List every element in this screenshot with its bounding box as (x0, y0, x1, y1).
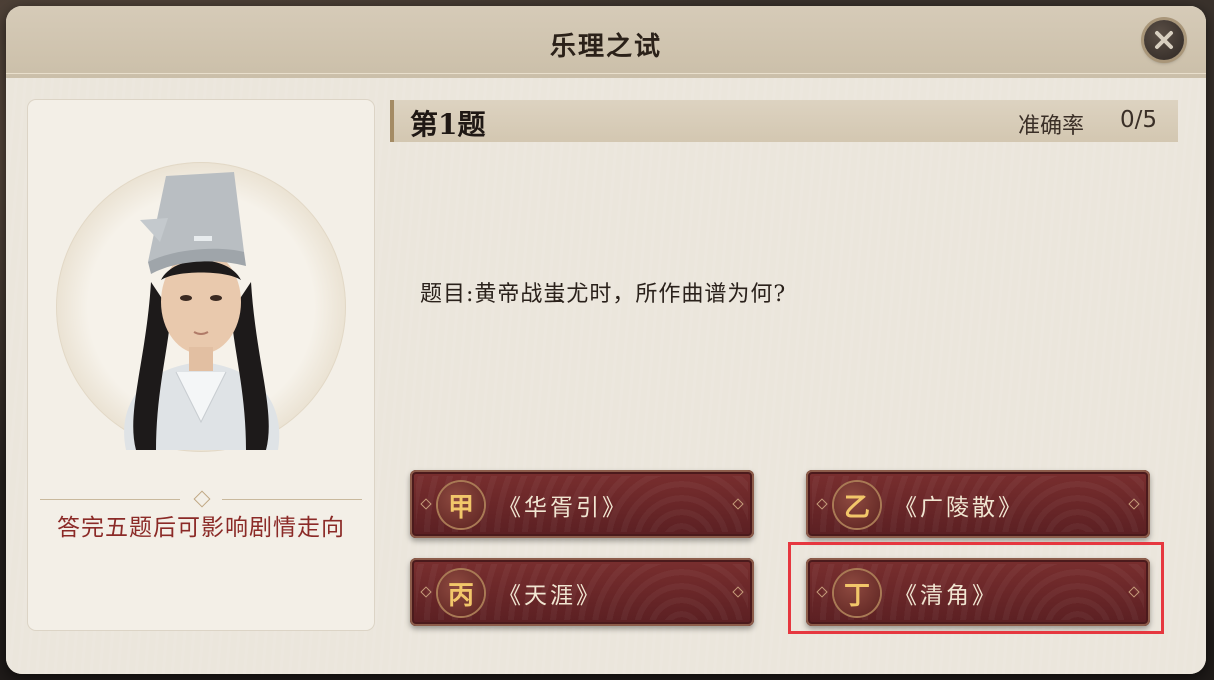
dialog-title: 乐理之试 (549, 32, 662, 62)
option-marker: 甲 (438, 482, 484, 528)
option-jia-button[interactable]: 甲 《华胥引》 (410, 470, 754, 538)
close-x-icon (1155, 31, 1173, 49)
npc-portrait (56, 162, 346, 452)
question-header: 第1题 准确率 0/5 (390, 100, 1178, 142)
option-marker: 乙 (834, 482, 880, 528)
question-number: 第1题 (410, 108, 486, 141)
scholar-figure (124, 172, 280, 450)
close-button[interactable] (1144, 20, 1184, 60)
accuracy-label: 准确率 (1018, 114, 1085, 139)
option-label: 《广陵散》 (894, 495, 1024, 521)
target-highlight-box (788, 542, 1164, 634)
npc-panel: 答完五题后可影响剧情走向 (28, 100, 374, 630)
story-hint-text: 答完五题后可影响剧情走向 (57, 515, 345, 541)
option-label: 《华胥引》 (498, 495, 628, 521)
option-marker: 丙 (438, 570, 484, 616)
option-label: 《天涯》 (498, 583, 602, 609)
hint-divider (40, 490, 362, 508)
option-yi-button[interactable]: 乙 《广陵散》 (806, 470, 1150, 538)
dialog-titlebar: 乐理之试 (6, 6, 1206, 80)
option-bing-button[interactable]: 丙 《天涯》 (410, 558, 754, 626)
question-text: 题目:黄帝战蚩尤时，所作曲谱为何? (420, 282, 787, 307)
accuracy-value: 0/5 (1120, 107, 1158, 133)
